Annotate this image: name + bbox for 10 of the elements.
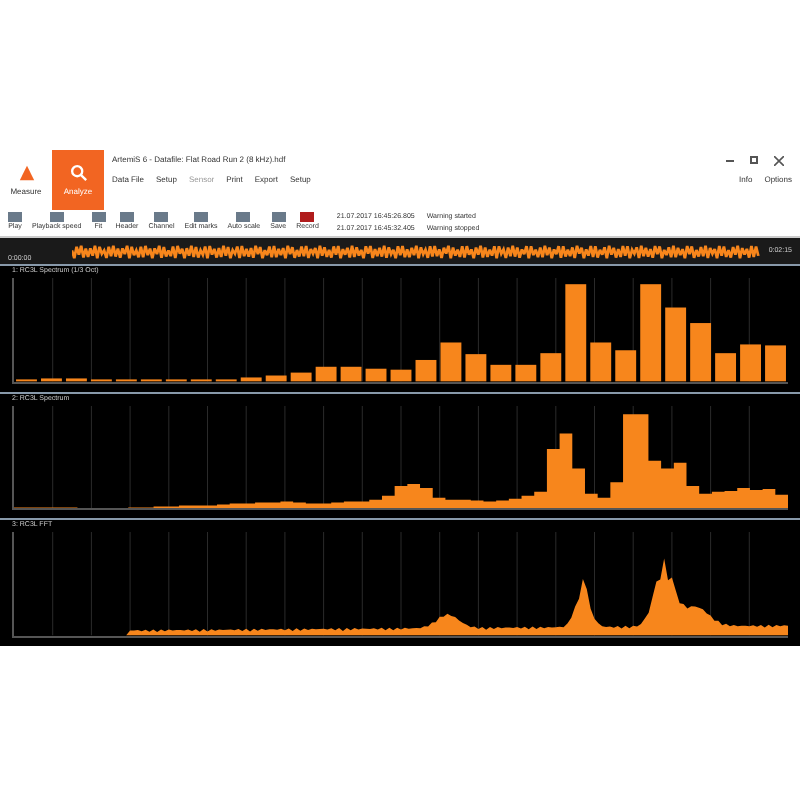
search-icon [69, 163, 87, 181]
warning-icon [17, 163, 35, 181]
tool-icon [236, 212, 251, 223]
tool-icon [49, 212, 64, 223]
tool-icon [154, 212, 169, 223]
maximize-icon[interactable] [750, 156, 758, 164]
minimize-icon[interactable] [726, 159, 734, 161]
tool-icon [194, 212, 209, 223]
tool-icon [8, 212, 22, 223]
close-icon[interactable] [774, 155, 784, 165]
